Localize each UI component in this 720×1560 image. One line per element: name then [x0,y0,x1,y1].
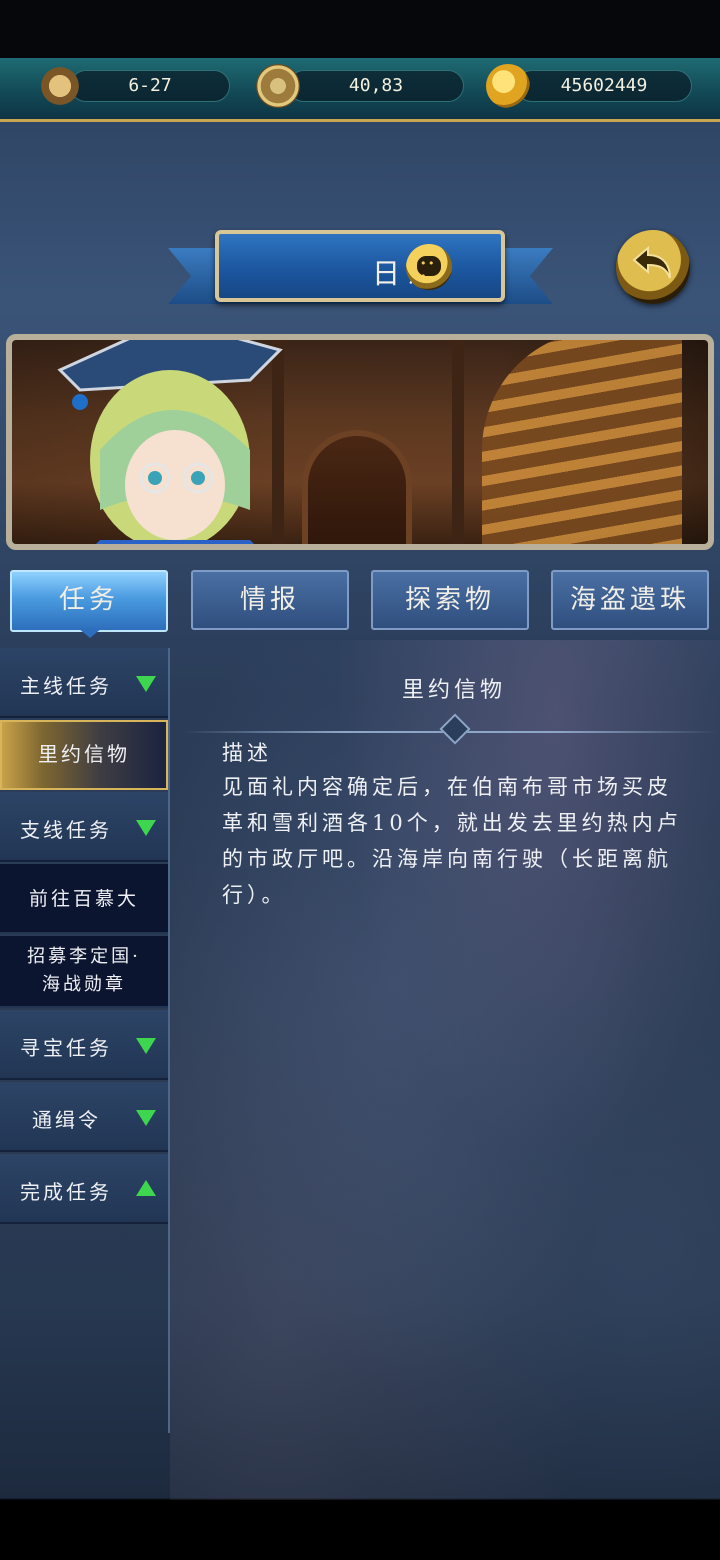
quest-title: 里约信物 [401,678,506,703]
coordinates-value: 40,83 [348,75,404,96]
sidebar-item-side-quests[interactable]: 支线任务 [0,792,168,862]
hourglass-icon [38,64,82,108]
expand-arrow-icon [136,820,156,836]
tab-pirate-treasures[interactable]: 海盗遗珠 [551,570,709,630]
resource-bar: 6-27 40,83 45602449 [0,58,720,122]
sidebar-subitem-label: 里约信物 [38,742,130,766]
sidebar-item-label: 通缉令 [32,1108,101,1132]
scene-panel [6,334,714,550]
quest-description: 见面礼内容确定后，在伯南布哥市场买皮革和雪利酒各10个，就出发去里约热内卢的市政… [222,775,682,907]
sidebar-item-label: 寻宝任务 [20,1036,112,1060]
sidebar-subitem-label-line2: 海战勋章 [42,974,126,995]
game-screen: 6-27 40,83 45602449 日志 [0,0,720,1560]
coordinates-resource: 40,83 [288,70,464,102]
sidebar-item-label: 支线任务 [20,818,112,842]
scene-beam [452,340,464,544]
tab-intel[interactable]: 情报 [191,570,349,630]
gold-value: 45602449 [560,75,648,96]
sidebar-item-treasure-quests[interactable]: 寻宝任务 [0,1010,168,1080]
sidebar-subitem-label: 招募李定国· [27,946,141,967]
sidebar-subitem-rio-token[interactable]: 里约信物 [0,720,168,790]
date-resource: 6-27 [70,70,230,102]
compass-icon [256,64,300,108]
scene-staircase [482,340,682,544]
back-arrow-icon [632,245,671,279]
tab-discoveries[interactable]: 探索物 [371,570,529,630]
back-button[interactable] [616,230,690,304]
sidebar-item-label: 完成任务 [20,1180,112,1204]
expand-arrow-icon [136,1038,156,1054]
sidebar-item-main-quests[interactable]: 主线任务 [0,648,168,718]
chat-bubble-glyph [417,256,441,283]
description-heading: 描述 [222,741,272,765]
sidebar-subitem-recruit[interactable]: 招募李定国· 海战勋章 [0,936,168,1008]
tab-tasks[interactable]: 任务 [10,570,168,632]
sidebar-item-wanted[interactable]: 通缉令 [0,1082,168,1152]
sidebar-subitem-label: 前往百慕大 [28,888,139,910]
sidebar-item-completed[interactable]: 完成任务 [0,1154,168,1224]
character-portrait [57,340,283,544]
gold-resource: 45602449 [516,70,692,102]
task-sidebar: 主线任务 里约信物 支线任务 前往百慕大 招募李定国· 海战勋章 寻宝任务 通缉… [0,648,170,1433]
sidebar-subitem-to-bermuda[interactable]: 前往百慕大 [0,864,168,934]
expand-arrow-icon [136,1110,156,1126]
collapse-arrow-icon [136,1180,156,1196]
sidebar-item-label: 主线任务 [20,674,112,698]
expand-arrow-icon [136,676,156,692]
title-banner: 日志 [215,230,505,302]
scene-door [302,430,412,544]
gold-coin-icon [486,64,530,108]
tab-pointer [78,628,102,638]
chat-bubble-icon[interactable] [406,244,452,290]
date-value: 6-27 [128,75,172,96]
